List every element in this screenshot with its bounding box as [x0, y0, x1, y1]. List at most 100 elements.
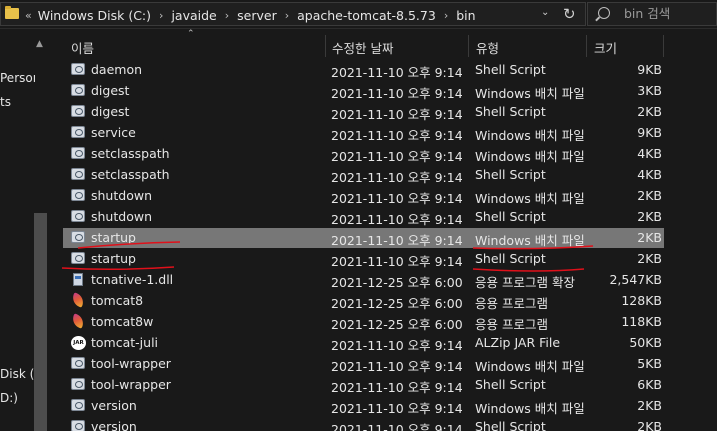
- file-row[interactable]: setclasspath 2021-11-10 오후 9:14 Shell Scri…: [63, 165, 664, 185]
- column-divider[interactable]: [663, 35, 664, 57]
- file-date: 2021-11-10 오후 9:14: [331, 170, 463, 185]
- file-size: 2KB: [637, 104, 662, 119]
- tomcat-feather-icon-glyph: [70, 292, 86, 308]
- file-row[interactable]: shutdown 2021-11-10 오후 9:14 Windows 배치 파일 2…: [63, 186, 664, 206]
- dll-icon-glyph: [73, 273, 83, 286]
- file-name: version: [91, 398, 137, 413]
- column-header-type[interactable]: 유형: [476, 38, 499, 57]
- script-icon-glyph: [71, 231, 85, 243]
- file-type: Windows 배치 파일: [475, 149, 585, 164]
- jar-icon: JAR: [71, 336, 86, 350]
- file-date: 2021-12-25 오후 6:00: [331, 275, 463, 290]
- script-icon: [71, 252, 86, 265]
- file-row[interactable]: startup 2021-11-10 오후 9:14 Shell Script 2KB: [63, 249, 664, 269]
- breadcrumb-separator-icon[interactable]: ›: [285, 9, 289, 22]
- file-size: 50KB: [629, 335, 662, 350]
- column-divider[interactable]: [325, 35, 326, 57]
- file-date: 2021-11-10 오후 9:14: [331, 422, 463, 431]
- file-row[interactable]: JAR tomcat-juli 2021-11-10 오후 9:14 ALZip JA…: [63, 333, 664, 353]
- nav-item[interactable]: ts: [0, 95, 11, 109]
- file-row[interactable]: version 2021-11-10 오후 9:14 Windows 배치 파일 2K…: [63, 396, 664, 416]
- file-row[interactable]: tomcat8w 2021-12-25 오후 6:00 응용 프로그램 118KB: [63, 312, 664, 332]
- file-row[interactable]: daemon 2021-11-10 오후 9:14 Shell Script 9KB: [63, 60, 664, 80]
- file-name: daemon: [91, 62, 143, 77]
- breadcrumb-item[interactable]: bin: [456, 8, 475, 23]
- breadcrumb-item[interactable]: server: [237, 8, 277, 23]
- script-icon: [71, 126, 86, 139]
- file-date: 2021-11-10 오후 9:14: [331, 359, 463, 374]
- file-row[interactable]: digest 2021-11-10 오후 9:14 Shell Script 2KB: [63, 102, 664, 122]
- file-row[interactable]: shutdown 2021-11-10 오후 9:14 Shell Script 2K…: [63, 207, 664, 227]
- file-size: 2KB: [637, 398, 662, 413]
- breadcrumb-separator-icon[interactable]: ›: [159, 9, 163, 22]
- script-icon: [71, 357, 86, 370]
- folder-icon: [5, 6, 19, 19]
- file-type: Shell Script: [475, 209, 546, 224]
- file-row[interactable]: tcnative-1.dll 2021-12-25 오후 6:00 응용 프로그램 …: [63, 270, 664, 290]
- breadcrumb-separator-icon[interactable]: ›: [444, 9, 448, 22]
- file-row[interactable]: version 2021-11-10 오후 9:14 Shell Script 2KB: [63, 417, 664, 431]
- file-date: 2021-11-10 오후 9:14: [331, 191, 463, 206]
- script-icon-glyph: [71, 84, 85, 96]
- dll-icon: [71, 273, 86, 286]
- file-type: ALZip JAR File: [475, 335, 561, 350]
- overflow-chevron-icon[interactable]: «: [25, 9, 32, 22]
- column-header-date[interactable]: 수정한 날짜: [332, 38, 393, 57]
- chevron-down-icon[interactable]: ⌄: [541, 7, 549, 18]
- script-icon-glyph: [71, 252, 85, 264]
- nav-item[interactable]: Persoı: [0, 71, 36, 85]
- breadcrumb-item[interactable]: javaide: [171, 8, 216, 23]
- breadcrumb-separator-icon[interactable]: ›: [225, 9, 229, 22]
- file-row[interactable]: digest 2021-11-10 오후 9:14 Windows 배치 파일 3KB: [63, 81, 664, 101]
- file-size: 5KB: [637, 356, 662, 371]
- scroll-up-arrow-icon[interactable]: ▲: [36, 39, 43, 49]
- file-name: startup: [91, 230, 136, 245]
- file-row[interactable]: tool-wrapper 2021-11-10 오후 9:14 Windows 배치…: [63, 354, 664, 374]
- script-icon: [71, 189, 86, 202]
- column-divider[interactable]: [586, 35, 587, 57]
- script-icon-glyph: [71, 378, 85, 390]
- file-type: Shell Script: [475, 377, 546, 392]
- file-row[interactable]: service 2021-11-10 오후 9:14 Windows 배치 파일 9K…: [63, 123, 664, 143]
- file-row[interactable]: tool-wrapper 2021-11-10 오후 9:14 Shell Scri…: [63, 375, 664, 395]
- file-row[interactable]: tomcat8 2021-12-25 오후 6:00 응용 프로그램 128KB: [63, 291, 664, 311]
- file-size: 128KB: [621, 293, 662, 308]
- column-header-size[interactable]: 크기: [594, 38, 617, 57]
- file-size: 2KB: [637, 230, 662, 245]
- nav-item[interactable]: D:): [0, 391, 18, 405]
- file-type: 응용 프로그램: [475, 317, 548, 332]
- nav-scrollbar[interactable]: [34, 213, 47, 431]
- script-icon: [71, 84, 86, 97]
- file-size: 2KB: [637, 419, 662, 431]
- column-divider[interactable]: [468, 35, 469, 57]
- script-icon-glyph: [71, 105, 85, 117]
- navigation-pane: ▲ Persoı ts Disk (( D:): [0, 29, 48, 431]
- file-row[interactable]: setclasspath 2021-11-10 오후 9:14 Windows 배치…: [63, 144, 664, 164]
- file-size: 118KB: [621, 314, 662, 329]
- search-box[interactable]: [587, 2, 717, 26]
- file-type: 응용 프로그램: [475, 296, 548, 311]
- file-name: tool-wrapper: [91, 377, 171, 392]
- file-name: tcnative-1.dll: [91, 272, 174, 287]
- script-icon: [71, 231, 86, 244]
- column-header-name[interactable]: 이름: [71, 38, 94, 57]
- script-icon: [71, 63, 86, 76]
- script-icon: [71, 210, 86, 223]
- file-name: tomcat8w: [91, 314, 154, 329]
- file-type: 응용 프로그램 확장: [475, 275, 575, 290]
- script-icon-glyph: [71, 189, 85, 201]
- address-bar[interactable]: « Windows Disk (C:) › javaide › server ›…: [0, 2, 586, 26]
- breadcrumb-item[interactable]: Windows Disk (C:): [38, 8, 151, 23]
- file-date: 2021-11-10 오후 9:14: [331, 380, 463, 395]
- file-row[interactable]: startup 2021-11-10 오후 9:14 Windows 배치 파일 2K…: [63, 228, 664, 248]
- tomcat-feather-icon-glyph: [70, 313, 86, 329]
- breadcrumb-item[interactable]: apache-tomcat-8.5.73: [297, 8, 436, 23]
- search-input[interactable]: [624, 6, 714, 21]
- address-bar-area: « Windows Disk (C:) › javaide › server ›…: [0, 0, 717, 29]
- refresh-icon[interactable]: ↻: [563, 5, 576, 23]
- tomcat-feather-icon: [70, 313, 86, 329]
- file-type: Shell Script: [475, 419, 546, 431]
- file-size: 9KB: [637, 62, 662, 77]
- file-date: 2021-12-25 오후 6:00: [331, 317, 463, 332]
- script-icon: [71, 420, 86, 431]
